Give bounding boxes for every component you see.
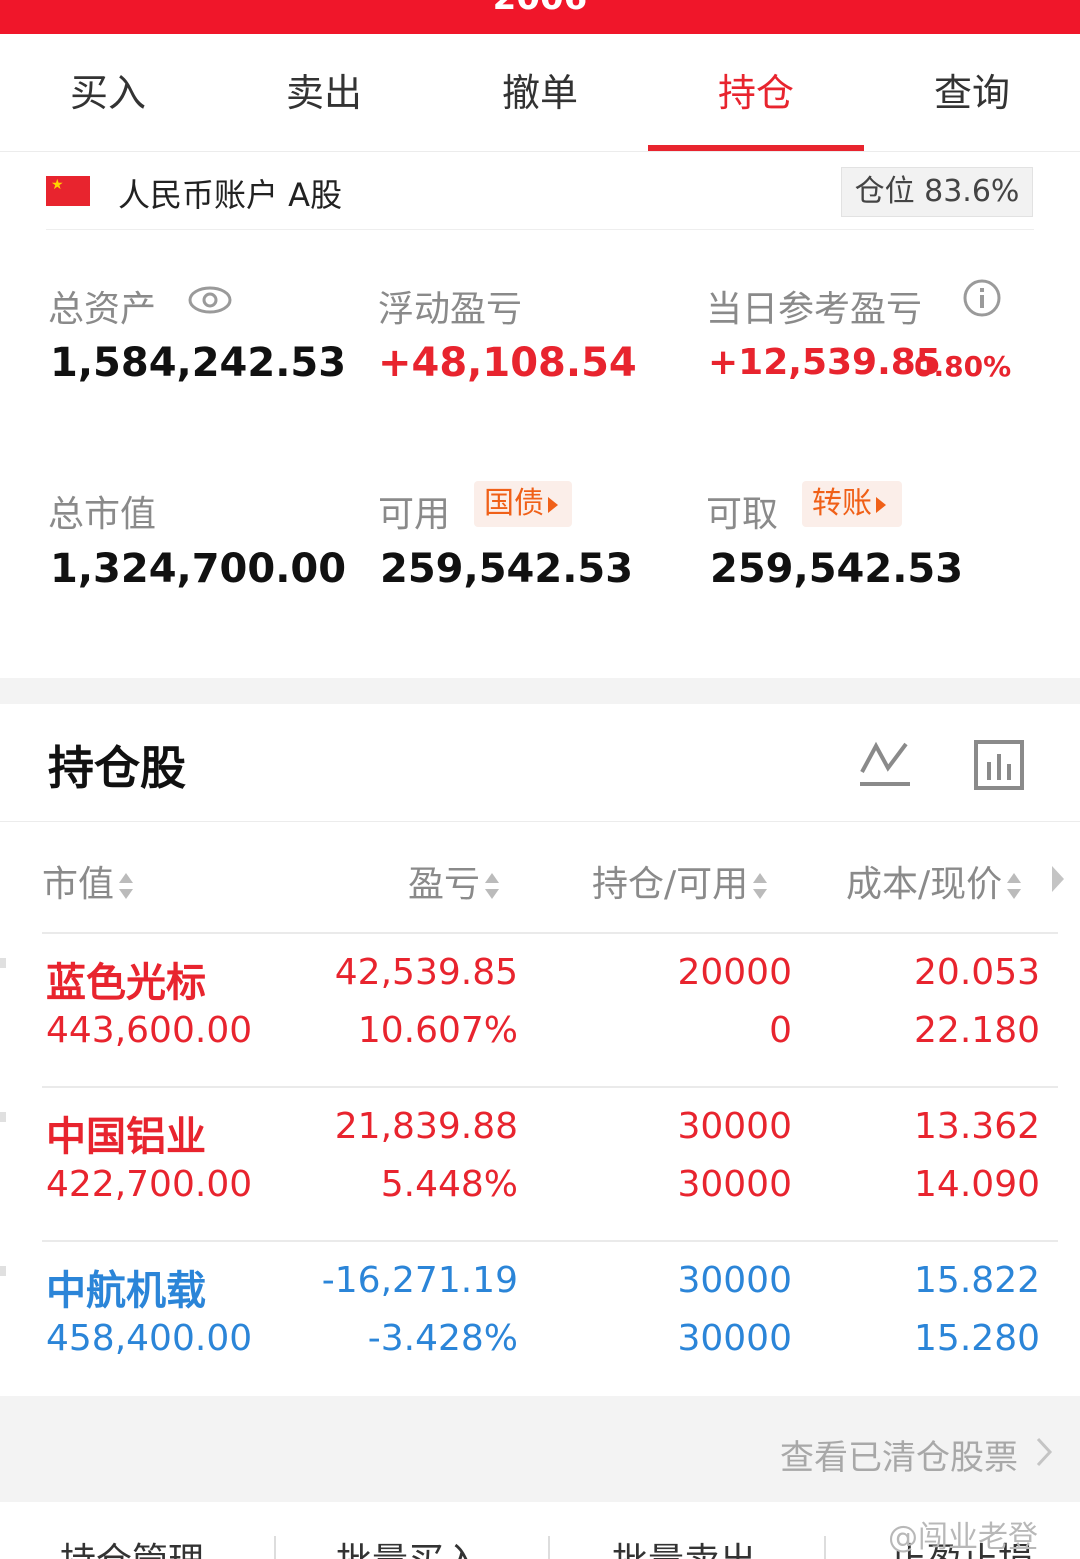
stock-pnl: 42,539.85 [334, 952, 518, 993]
available-label: 可用 [378, 494, 451, 535]
column-header-market-value-label: 市值 [42, 864, 115, 905]
stock-pnl-percent: 5.448% [380, 1164, 518, 1205]
stock-position: 30000 [677, 1260, 792, 1301]
total-assets-label: 总资产 [48, 289, 157, 330]
tab-buy[interactable]: 买入 [0, 34, 216, 152]
divider [0, 821, 1080, 822]
holding-row[interactable]: 中国铝业 422,700.00 21,839.88 5.448% 30000 3… [42, 1086, 1058, 1240]
transfer-tag[interactable]: 转账 [802, 481, 902, 527]
daily-pnl-percent: 0.80% [914, 350, 1012, 383]
holding-row[interactable]: 中航机载 458,400.00 -16,271.19 -3.428% 30000… [42, 1240, 1058, 1394]
holding-row[interactable]: 蓝色光标 443,600.00 42,539.85 10.607% 20000 … [42, 932, 1058, 1086]
chevron-right-icon[interactable] [1034, 1436, 1054, 1468]
stock-cost: 20.053 [914, 952, 1040, 993]
row-edge-mark [0, 1266, 6, 1276]
stock-position: 30000 [677, 1106, 792, 1147]
column-header-position-available-label: 持仓/可用 [592, 864, 749, 905]
active-tab-indicator [648, 145, 864, 151]
section-gap [0, 678, 1080, 704]
floating-pnl-value: +48,108.54 [378, 340, 637, 386]
stock-available: 0 [769, 1010, 792, 1051]
transfer-tag-label: 转账 [812, 486, 872, 521]
stock-position: 20000 [677, 952, 792, 993]
sort-icon [119, 873, 134, 899]
sort-icon [485, 873, 500, 899]
stock-price: 22.180 [914, 1010, 1040, 1051]
batch-sell-button[interactable]: 批量卖出 [612, 1532, 756, 1559]
trade-tabs: 买入 卖出 撤单 持仓 查询 [0, 34, 1080, 152]
total-assets-value: 1,584,242.53 [50, 340, 347, 386]
line-chart-icon[interactable] [858, 738, 912, 790]
stock-price: 14.090 [914, 1164, 1040, 1205]
divider [824, 1536, 826, 1559]
divider [548, 1536, 550, 1559]
batch-buy-button[interactable]: 批量买入 [336, 1532, 480, 1559]
column-header-cost-price-label: 成本/现价 [846, 864, 1003, 905]
stock-price: 15.280 [914, 1318, 1040, 1359]
position-ratio-badge: 仓位 83.6% [841, 167, 1033, 217]
holdings-title: 持仓股 [48, 741, 186, 795]
stock-cost: 13.362 [914, 1106, 1040, 1147]
column-header-pnl-label: 盈亏 [408, 864, 481, 905]
top-header-partial-text: 2006 [0, 0, 1080, 18]
sort-icon [753, 873, 768, 899]
stock-pnl: 21,839.88 [334, 1106, 518, 1147]
stock-market-value: 458,400.00 [46, 1318, 253, 1359]
stock-pnl: -16,271.19 [321, 1260, 518, 1301]
floating-pnl-label: 浮动盈亏 [378, 289, 523, 330]
column-header-cost-price[interactable]: 成本/现价 [846, 855, 1022, 907]
top-header-bar: 2006 [0, 0, 1080, 34]
sort-icon [1007, 873, 1022, 899]
daily-pnl-label: 当日参考盈亏 [706, 289, 923, 330]
flag-star-icon: ★ [51, 177, 64, 193]
treasury-bond-tag[interactable]: 国债 [474, 481, 572, 527]
stock-name: 中国铝业 [46, 1114, 206, 1160]
view-cleared-stocks-link[interactable]: 查看已清仓股票 [780, 1430, 1018, 1479]
treasury-bond-tag-label: 国债 [484, 486, 544, 521]
position-management-button[interactable]: 持仓管理 [60, 1532, 204, 1559]
divider [274, 1536, 276, 1559]
tab-cancel-order[interactable]: 撤单 [432, 34, 648, 152]
stock-cost: 15.822 [914, 1260, 1040, 1301]
stock-pnl-percent: 10.607% [357, 1010, 518, 1051]
scroll-right-icon[interactable] [1050, 864, 1066, 894]
stock-name: 蓝色光标 [46, 960, 206, 1006]
divider [46, 229, 1034, 230]
stock-market-value: 443,600.00 [46, 1010, 253, 1051]
row-edge-mark [0, 1112, 6, 1122]
withdrawable-label: 可取 [706, 494, 779, 535]
market-value-label: 总市值 [48, 494, 157, 535]
arrow-right-icon [548, 496, 558, 513]
column-header-position-available[interactable]: 持仓/可用 [592, 855, 768, 907]
daily-pnl-value: +12,539.85 [708, 342, 941, 383]
info-icon[interactable] [962, 278, 1002, 318]
available-value: 259,542.53 [380, 546, 634, 592]
eye-icon[interactable] [188, 285, 232, 315]
watermark: @闯业老登 [888, 1520, 1038, 1555]
tab-query[interactable]: 查询 [864, 34, 1080, 152]
withdrawable-value: 259,542.53 [710, 546, 964, 592]
china-flag-icon: ★ [46, 176, 90, 206]
account-name: 人民币账户 A股 [118, 176, 343, 214]
column-header-market-value[interactable]: 市值 [42, 855, 134, 907]
column-header-pnl[interactable]: 盈亏 [408, 855, 500, 907]
row-edge-mark [0, 958, 6, 968]
stock-pnl-percent: -3.428% [367, 1318, 518, 1359]
stock-available: 30000 [677, 1318, 792, 1359]
account-row[interactable]: ★ 人民币账户 A股 仓位 83.6% [0, 152, 1080, 230]
bar-chart-icon[interactable] [974, 740, 1024, 790]
stock-market-value: 422,700.00 [46, 1164, 253, 1205]
stock-name: 中航机载 [46, 1268, 206, 1314]
tab-holdings[interactable]: 持仓 [648, 34, 864, 152]
arrow-right-icon [876, 496, 886, 513]
tab-sell[interactable]: 卖出 [216, 34, 432, 152]
stock-available: 30000 [677, 1164, 792, 1205]
market-value-value: 1,324,700.00 [50, 546, 347, 592]
